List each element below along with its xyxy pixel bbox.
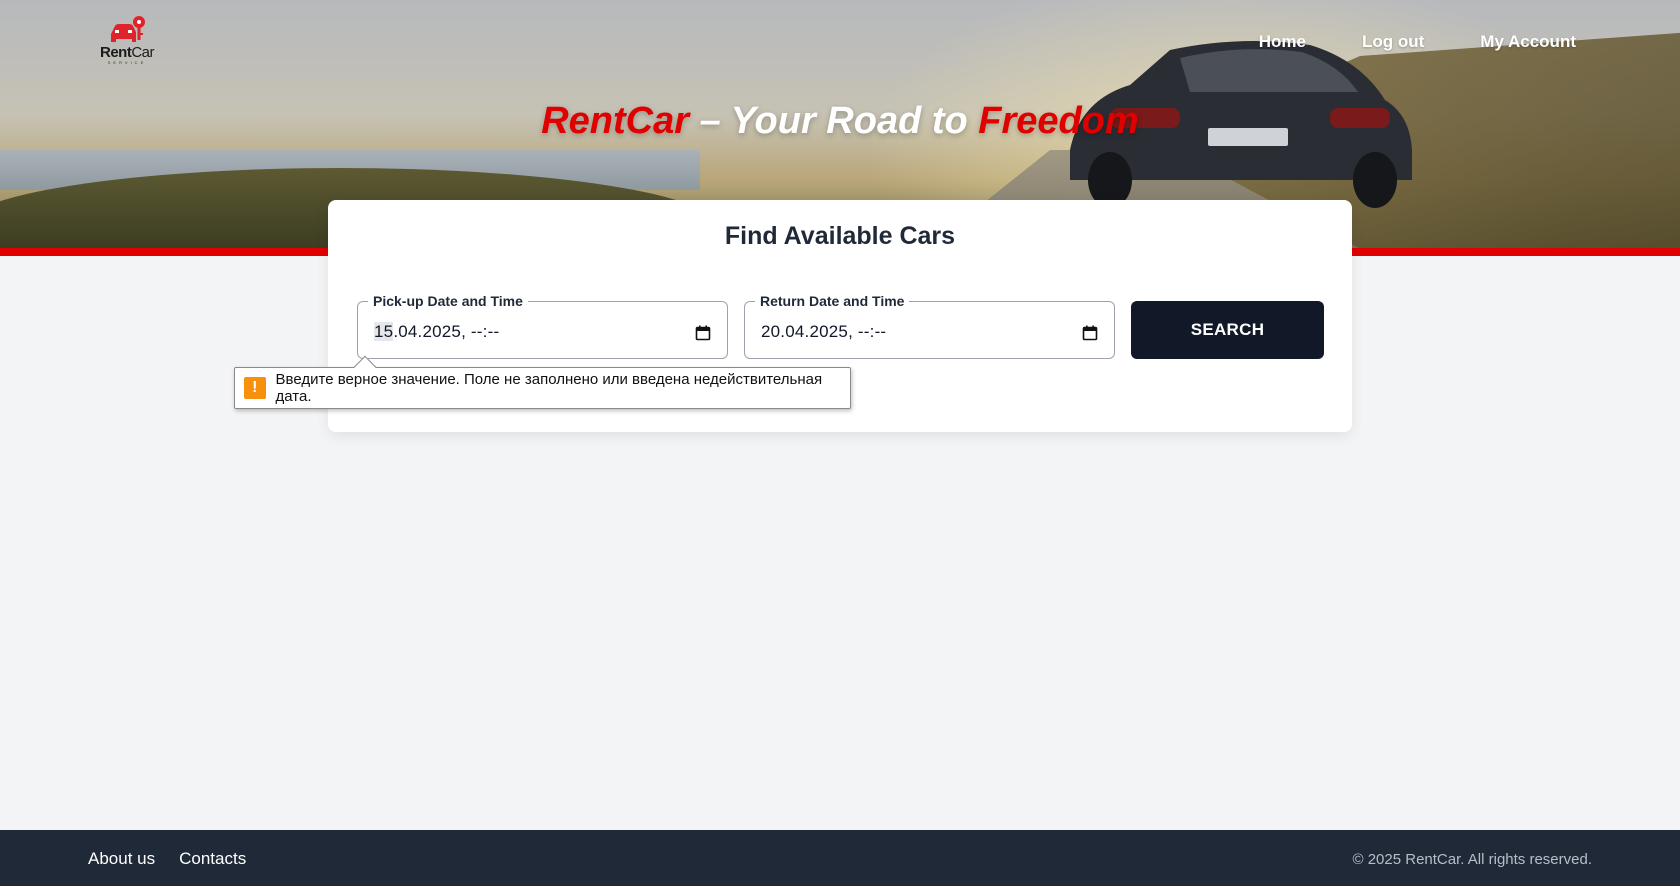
pickup-datetime-input[interactable]: Pick-up Date and Time 15.04.2025, --:-- — [357, 291, 728, 359]
validation-message: Введите верное значение. Поле не заполне… — [275, 371, 823, 405]
logo-text: RentCar — [99, 44, 155, 61]
validation-tooltip: ! Введите верное значение. Поле не запол… — [234, 355, 851, 409]
hero-tagline: RentCar – Your Road to Freedom — [0, 100, 1680, 143]
main-nav: Home Log out My Account — [1259, 32, 1576, 52]
calendar-icon[interactable] — [695, 325, 711, 341]
car-key-icon — [111, 16, 145, 42]
search-title: Find Available Cars — [724, 222, 956, 250]
nav-logout[interactable]: Log out — [1362, 32, 1424, 52]
return-label: Return Date and Time — [755, 291, 910, 311]
nav-my-account[interactable]: My Account — [1480, 32, 1576, 52]
calendar-icon[interactable] — [1082, 325, 1098, 341]
nav-home[interactable]: Home — [1259, 32, 1306, 52]
pickup-day-segment[interactable]: 15 — [374, 322, 394, 341]
warning-icon: ! — [244, 377, 266, 399]
footer: About us Contacts © 2025 RentCar. All ri… — [0, 830, 1680, 886]
copyright-text: © 2025 RentCar. All rights reserved. — [1352, 851, 1592, 868]
footer-links: About us Contacts — [88, 849, 246, 869]
search-button[interactable]: SEARCH — [1131, 301, 1324, 359]
tagline-brand: RentCar — [541, 100, 690, 142]
footer-contacts-link[interactable]: Contacts — [179, 849, 246, 869]
footer-about-link[interactable]: About us — [88, 849, 155, 869]
return-value: 20.04.2025, --:-- — [761, 322, 887, 341]
tagline-middle: – Your Road to — [689, 100, 979, 142]
return-datetime-input[interactable]: Return Date and Time 20.04.2025, --:-- — [744, 291, 1115, 359]
pickup-value: 15.04.2025, --:-- — [374, 322, 500, 341]
tagline-freedom: Freedom — [978, 100, 1139, 142]
pickup-label: Pick-up Date and Time — [368, 291, 528, 311]
logo[interactable]: RentCar SERVICE — [92, 16, 162, 70]
